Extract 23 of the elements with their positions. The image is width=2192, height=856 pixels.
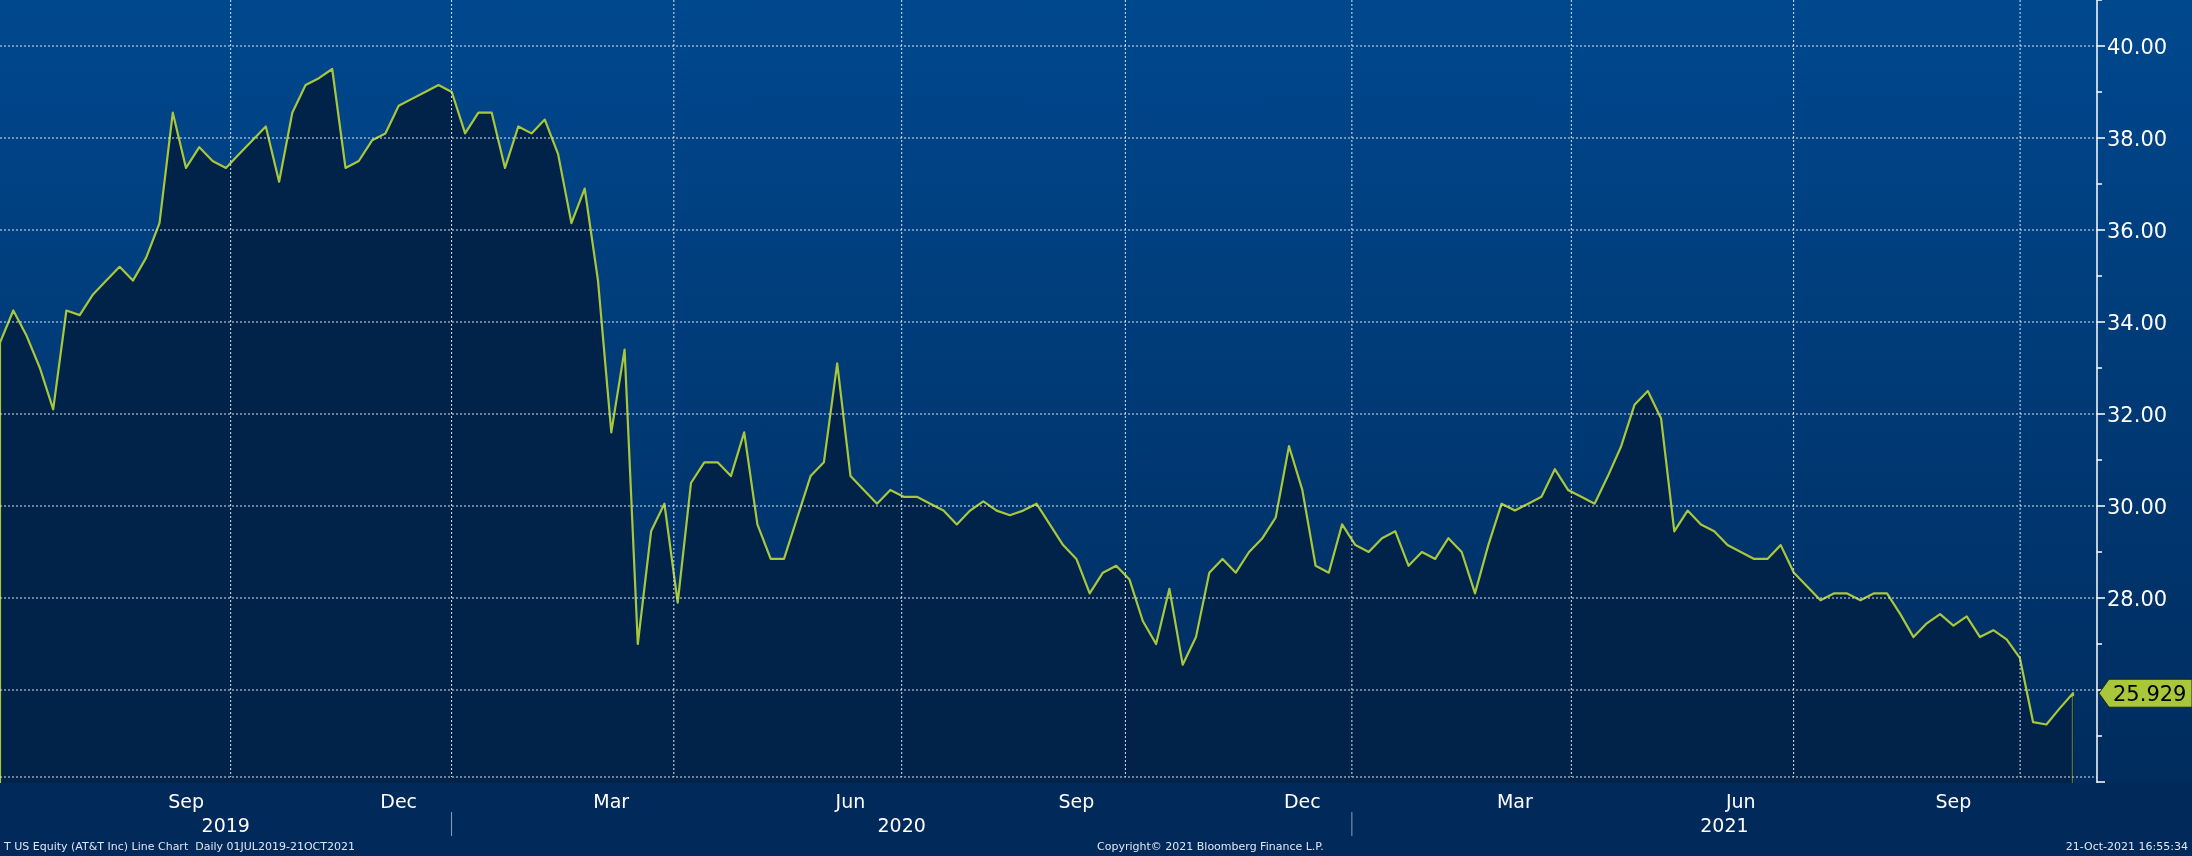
- footer-description: T US Equity (AT&T Inc) Line Chart Daily 01JUL2019-21OCT2021: [4, 839, 355, 853]
- y-axis-label: 32.00: [2107, 403, 2168, 427]
- y-axis-label: 40.00: [2107, 35, 2168, 59]
- year-label: 2019: [201, 814, 250, 836]
- x-axis-label: Dec: [1283, 790, 1321, 812]
- x-axis-label: Dec: [380, 790, 418, 812]
- x-axis-label: Sep: [1935, 790, 1972, 812]
- x-axis-label: Mar: [593, 790, 630, 812]
- y-axis-label: 28.00: [2107, 587, 2168, 611]
- year-label: 2021: [1700, 814, 1749, 836]
- year-label: 2020: [877, 814, 926, 836]
- y-axis-label: 38.00: [2107, 127, 2168, 151]
- y-axis-label: 36.00: [2107, 219, 2168, 243]
- copyright-text: Copyright© 2021 Bloomberg Finance L.P.: [1097, 839, 1324, 853]
- y-axis-label: 30.00: [2107, 495, 2168, 519]
- x-axis-label: Mar: [1496, 790, 1533, 812]
- x-axis-label: Jun: [1725, 790, 1756, 812]
- timestamp: 21-Oct-2021 16:55:34: [2065, 839, 2188, 853]
- last-price-tag: 25.929: [2098, 678, 2192, 708]
- x-axis-label: Sep: [168, 790, 204, 812]
- x-axis-label: Jun: [835, 790, 866, 812]
- x-axis-label: Sep: [1058, 790, 1095, 812]
- y-axis-label: 34.00: [2107, 311, 2168, 335]
